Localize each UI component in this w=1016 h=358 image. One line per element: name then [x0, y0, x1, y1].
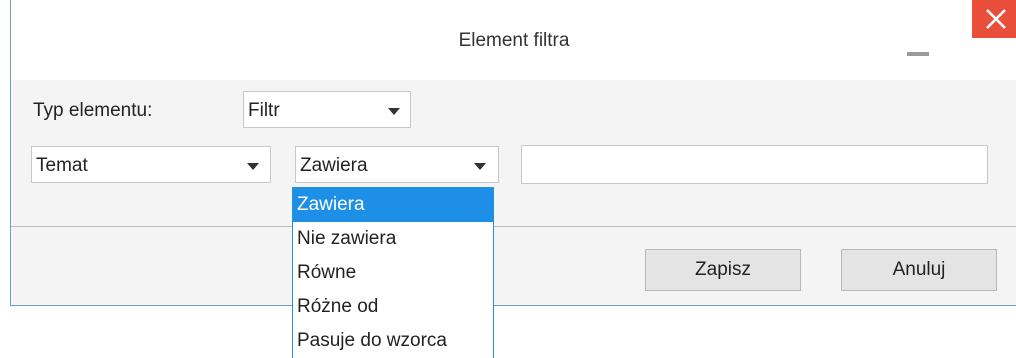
minimize-icon [907, 52, 929, 56]
cancel-button[interactable]: Anuluj [841, 249, 997, 291]
filter-value-input[interactable] [521, 145, 988, 184]
chevron-down-icon [247, 163, 259, 170]
field-select[interactable]: Temat [31, 146, 271, 183]
element-type-label: Typ elementu: [33, 100, 153, 121]
filter-element-dialog: Element filtra Typ elementu: Filtr Temat… [10, 0, 1016, 306]
dialog-title: Element filtra [458, 30, 570, 51]
title-bar: Element filtra [11, 0, 1016, 80]
chevron-down-icon [474, 163, 486, 170]
operator-option-not-equals[interactable]: Różne od [293, 290, 493, 324]
operator-option-contains[interactable]: Zawiera [293, 188, 493, 222]
operator-select-value: Zawiera [300, 155, 368, 176]
chevron-down-icon [388, 108, 400, 115]
save-button[interactable]: Zapisz [645, 249, 801, 291]
element-type-select[interactable]: Filtr [243, 91, 411, 128]
divider [11, 226, 1016, 227]
close-button[interactable] [972, 0, 1016, 38]
operator-select[interactable]: Zawiera [295, 146, 499, 183]
operator-option-matches-pattern[interactable]: Pasuje do wzorca [293, 324, 493, 358]
operator-option-equals[interactable]: Równe [293, 256, 493, 290]
element-type-value: Filtr [248, 100, 280, 121]
field-select-value: Temat [36, 155, 88, 176]
operator-option-not-contains[interactable]: Nie zawiera [293, 222, 493, 256]
operator-dropdown-list: Zawiera Nie zawiera Równe Różne od Pasuj… [292, 187, 494, 358]
minimize-button[interactable] [905, 32, 933, 60]
close-icon [986, 9, 1006, 29]
